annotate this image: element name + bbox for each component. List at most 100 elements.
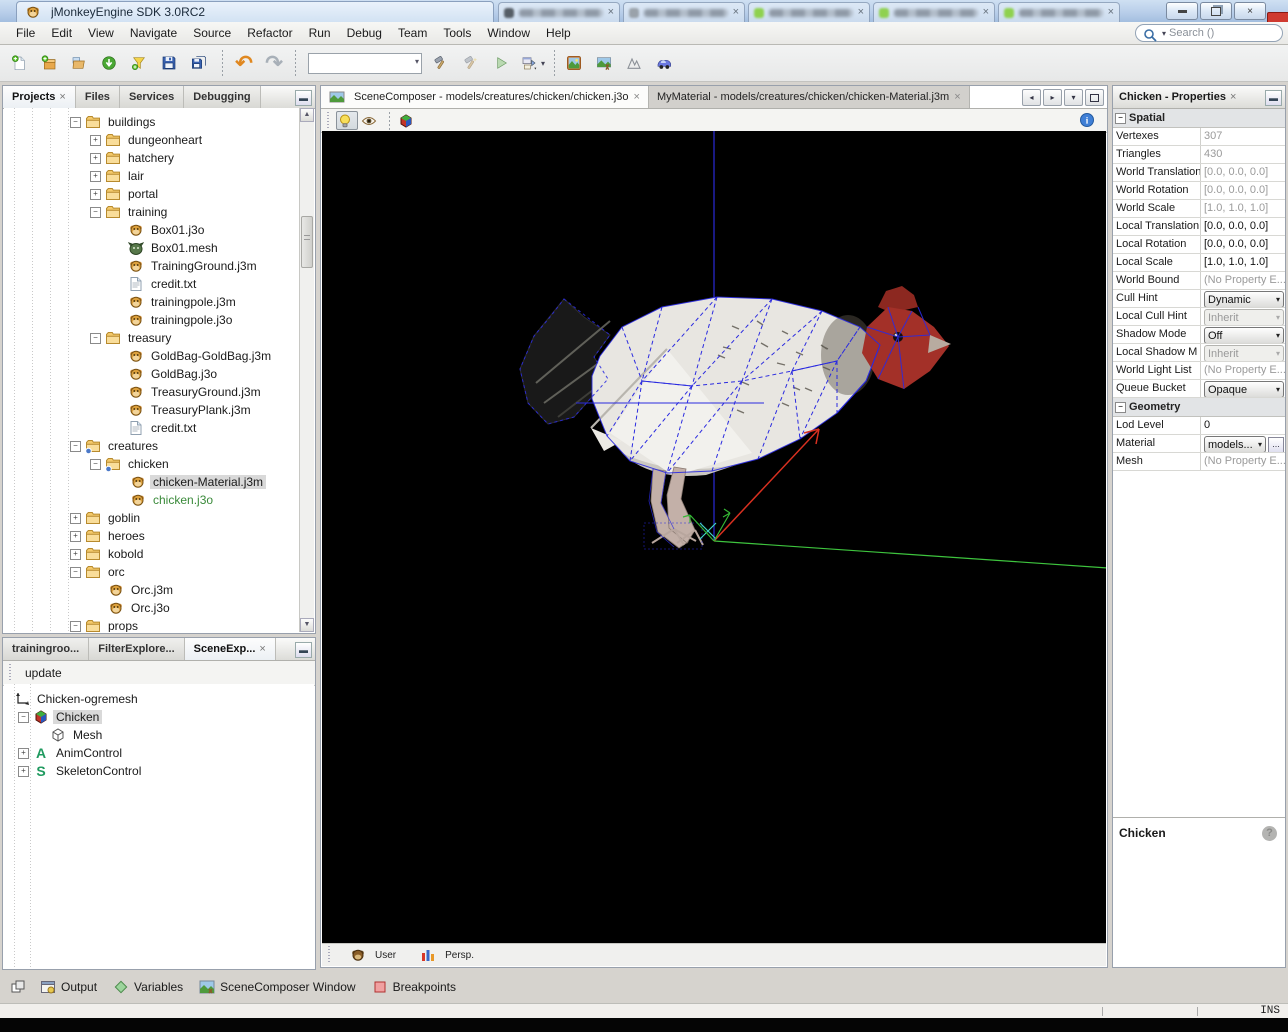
statusbar-output-button[interactable]: Output: [34, 976, 103, 998]
terrain-editor-button[interactable]: [562, 49, 590, 77]
build-button[interactable]: [429, 49, 457, 77]
tab-close-icon[interactable]: ×: [59, 91, 65, 103]
clean-build-button[interactable]: [459, 49, 487, 77]
statusbar-variables-button[interactable]: Variables: [107, 976, 189, 998]
background-tab[interactable]: ×: [873, 2, 995, 22]
prop-value[interactable]: [0.0, 0.0, 0.0]: [1201, 236, 1285, 253]
tree-item-box01-j3o[interactable]: Box01.j3o: [4, 221, 300, 239]
background-tab[interactable]: ×: [998, 2, 1120, 22]
material-browse-button[interactable]: ...: [1268, 437, 1284, 452]
expand-handle[interactable]: +: [90, 135, 101, 146]
tree-item-chicken[interactable]: −chicken: [4, 455, 300, 473]
collapse-handle[interactable]: −: [70, 117, 81, 128]
scroll-up-button[interactable]: ▲: [300, 108, 314, 122]
scroll-down-button[interactable]: ▼: [300, 618, 314, 632]
tree-item-treasuryground-j3m[interactable]: TreasuryGround.j3m: [4, 383, 300, 401]
save-all-button[interactable]: [187, 49, 215, 77]
tree-item-buildings[interactable]: −buildings: [4, 113, 300, 131]
tree-item-trainingground-j3m[interactable]: TrainingGround.j3m: [4, 257, 300, 275]
scene-editor-button[interactable]: [592, 49, 620, 77]
tab-close-icon[interactable]: ×: [608, 7, 614, 18]
background-tab[interactable]: ×: [498, 2, 620, 22]
vehicle-creator-button[interactable]: [652, 49, 680, 77]
chevron-down-icon[interactable]: ▾: [541, 59, 545, 68]
perspective-icon[interactable]: [420, 947, 436, 963]
tree-item-chicken-material-j3m[interactable]: chicken-Material.j3m: [4, 473, 300, 491]
tree-item-props[interactable]: −props: [4, 617, 300, 632]
collapse-handle[interactable]: −: [90, 459, 101, 470]
menu-item-file[interactable]: File: [8, 24, 43, 42]
menu-item-debug[interactable]: Debug: [339, 24, 390, 42]
panel-tab-debugging[interactable]: Debugging: [184, 86, 260, 108]
maximize-editor-button[interactable]: [1085, 89, 1104, 106]
tree-item-treasuryplank-j3m[interactable]: TreasuryPlank.j3m: [4, 401, 300, 419]
editor-tab-scenecomposer[interactable]: SceneComposer - models/creatures/chicken…: [321, 86, 649, 108]
expand-handle[interactable]: +: [70, 531, 81, 542]
tab-close-icon[interactable]: ×: [1108, 7, 1114, 18]
panel-tab-projects[interactable]: Projects×: [3, 86, 76, 108]
tree-item-chicken[interactable]: −Chicken: [4, 708, 314, 726]
camera-mode-label[interactable]: User: [375, 950, 396, 961]
tab-close-icon[interactable]: ×: [983, 7, 989, 18]
editor-tab-mymaterial[interactable]: MyMaterial - models/creatures/chicken/ch…: [649, 86, 970, 108]
statusbar-scenecomposer-window-button[interactable]: SceneComposer Window: [193, 976, 361, 998]
collapse-handle[interactable]: −: [1115, 113, 1126, 124]
close-button[interactable]: ×: [1234, 2, 1266, 20]
dock-icon[interactable]: [10, 979, 26, 995]
prop-combobox-shadow-mode[interactable]: Off▾: [1204, 327, 1284, 343]
tree-item-box01-mesh[interactable]: Box01.mesh: [4, 239, 300, 257]
tree-item-skeletoncontrol[interactable]: +SSkeletonControl: [4, 762, 314, 780]
tree-item-credit-txt[interactable]: credit.txt: [4, 419, 300, 437]
tree-item-goblin[interactable]: +goblin: [4, 509, 300, 527]
panel-tab-trainingroo[interactable]: trainingroo...: [3, 638, 89, 660]
tab-list-dropdown-button[interactable]: ▾: [1064, 89, 1083, 106]
collapse-handle[interactable]: −: [70, 621, 81, 632]
prop-value[interactable]: 0: [1201, 417, 1285, 434]
collapse-handle[interactable]: −: [70, 567, 81, 578]
expand-handle[interactable]: +: [90, 153, 101, 164]
panel-tab-files[interactable]: Files: [76, 86, 120, 108]
panel-tab-sceneexp[interactable]: SceneExp...×: [185, 638, 276, 660]
app-tab[interactable]: jMonkeyEngine SDK 3.0RC2: [16, 1, 494, 22]
tree-item-trainingpole-j3o[interactable]: trainingpole.j3o: [4, 311, 300, 329]
tree-item-goldbag-goldbag-j3m[interactable]: GoldBag-GoldBag.j3m: [4, 347, 300, 365]
run-button[interactable]: [489, 49, 517, 77]
tree-item-heroes[interactable]: +heroes: [4, 527, 300, 545]
search-box[interactable]: ▾ Search (): [1135, 24, 1283, 42]
tree-item-orc[interactable]: −orc: [4, 563, 300, 581]
collapse-handle[interactable]: −: [18, 712, 29, 723]
tab-close-icon[interactable]: ×: [858, 7, 864, 18]
tree-item-lair[interactable]: +lair: [4, 167, 300, 185]
tab-close-icon[interactable]: ×: [1230, 91, 1236, 103]
scroll-tabs-right-button[interactable]: ▸: [1043, 89, 1062, 106]
toggle-light-button[interactable]: [336, 111, 358, 130]
minimize-button[interactable]: [1166, 2, 1198, 20]
menu-item-refactor[interactable]: Refactor: [239, 24, 300, 42]
prop-value[interactable]: [1.0, 1.0, 1.0]: [1201, 254, 1285, 271]
menu-item-team[interactable]: Team: [390, 24, 435, 42]
menu-item-navigate[interactable]: Navigate: [122, 24, 185, 42]
tree-item-training[interactable]: −training: [4, 203, 300, 221]
background-tab[interactable]: ×: [748, 2, 870, 22]
collapse-handle[interactable]: −: [1115, 402, 1126, 413]
redo-button[interactable]: ↷: [260, 49, 288, 77]
config-combobox[interactable]: ▾: [308, 53, 422, 74]
expand-handle[interactable]: +: [18, 766, 29, 777]
tree-item-goldbag-j3o[interactable]: GoldBag.j3o: [4, 365, 300, 383]
menu-item-help[interactable]: Help: [538, 24, 579, 42]
expand-handle[interactable]: +: [90, 189, 101, 200]
expand-handle[interactable]: +: [18, 748, 29, 759]
collapse-handle[interactable]: −: [90, 333, 101, 344]
tree-item-chicken-ogremesh[interactable]: Chicken-ogremesh: [4, 690, 314, 708]
undo-button[interactable]: ↶: [230, 49, 258, 77]
update-button[interactable]: update: [17, 664, 70, 682]
update-center-button[interactable]: [97, 49, 125, 77]
tree-item-treasury[interactable]: −treasury: [4, 329, 300, 347]
scroll-tabs-left-button[interactable]: ◂: [1022, 89, 1041, 106]
menu-item-edit[interactable]: Edit: [43, 24, 80, 42]
tree-item-hatchery[interactable]: +hatchery: [4, 149, 300, 167]
3d-viewport[interactable]: [322, 131, 1106, 945]
menu-item-window[interactable]: Window: [479, 24, 538, 42]
prop-combobox-queue-bucket[interactable]: Opaque▾: [1204, 381, 1284, 397]
tree-item-kobold[interactable]: +kobold: [4, 545, 300, 563]
